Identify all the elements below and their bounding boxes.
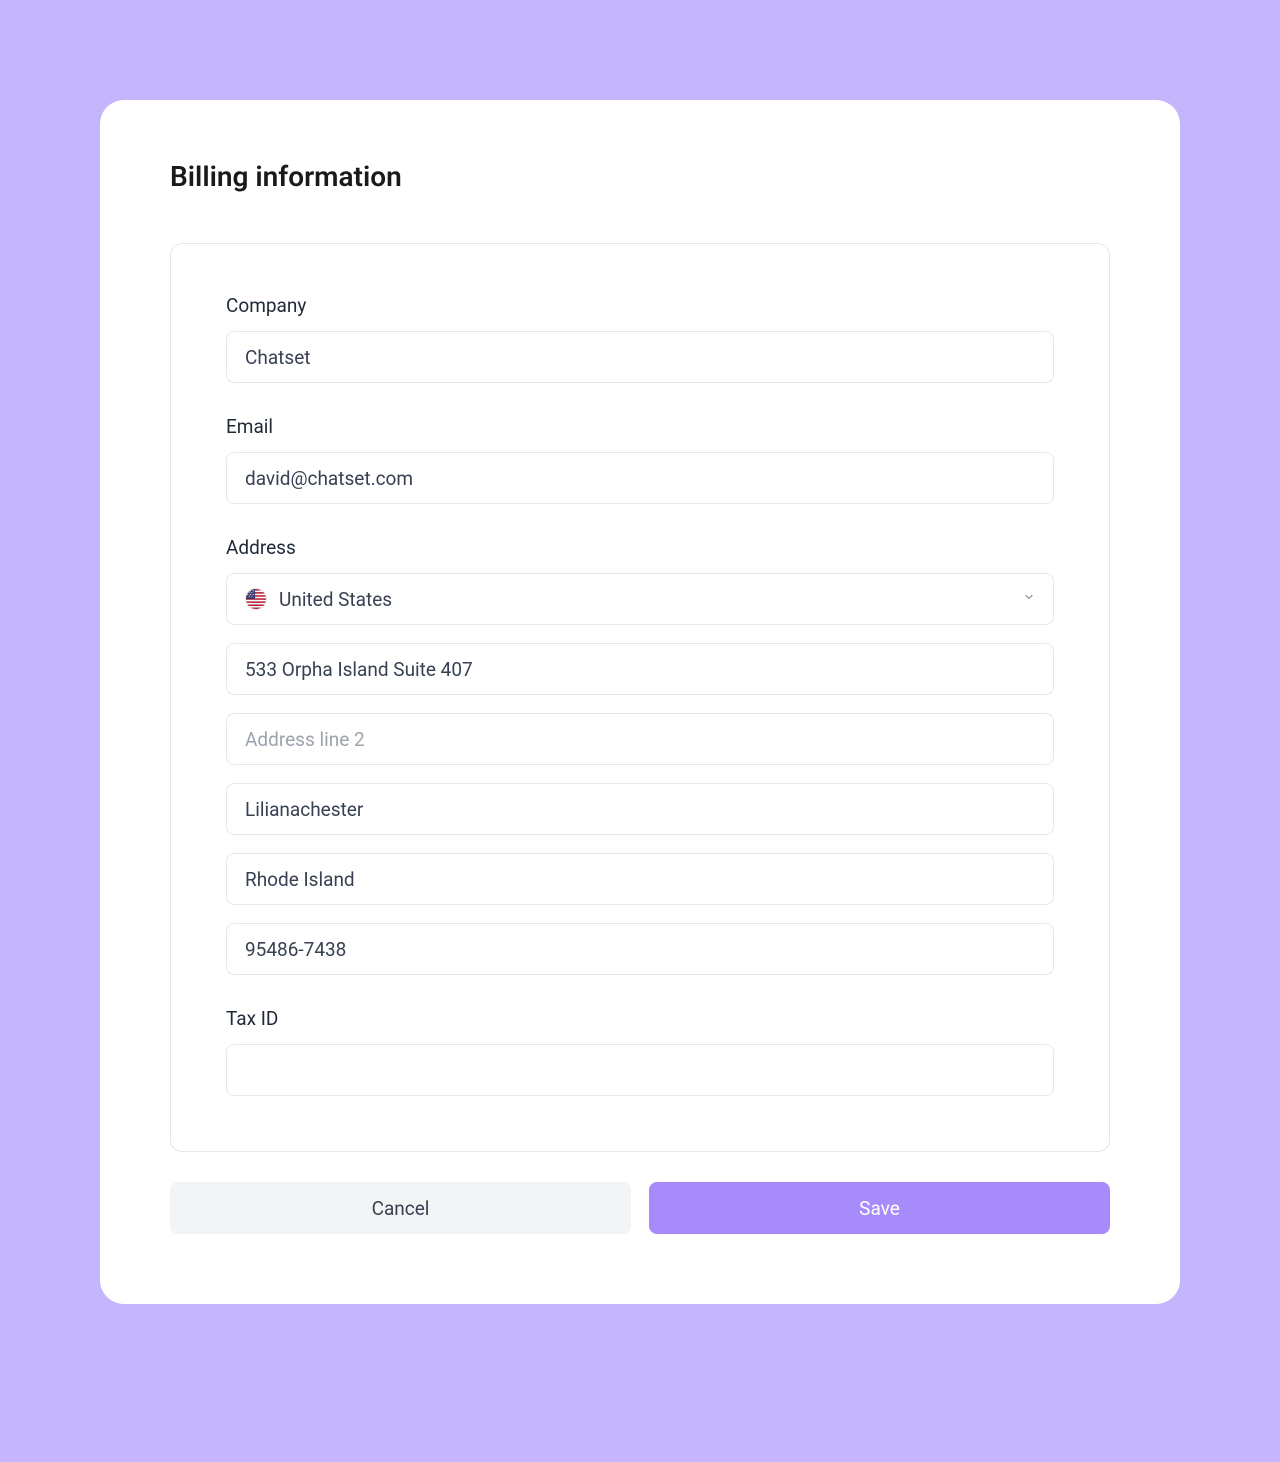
city-input[interactable] [226,783,1054,835]
state-input[interactable] [226,853,1054,905]
company-group: Company [226,294,1054,383]
chevron-down-icon [1023,591,1035,607]
email-input[interactable] [226,452,1054,504]
country-name: United States [279,588,1011,611]
address-group: Address [226,536,1054,975]
email-group: Email [226,415,1054,504]
address-line1-input[interactable] [226,643,1054,695]
us-flag-icon [245,588,267,610]
postal-input[interactable] [226,923,1054,975]
country-select[interactable]: United States [226,573,1054,625]
taxid-group: Tax ID [226,1007,1054,1096]
form-panel: Company Email Address [170,243,1110,1152]
page-title: Billing information [170,160,1110,193]
taxid-label: Tax ID [226,1007,1054,1030]
button-row: Cancel Save [170,1182,1110,1234]
email-label: Email [226,415,1054,438]
billing-card: Billing information Company Email Addres… [100,100,1180,1304]
address-label: Address [226,536,1054,559]
company-input[interactable] [226,331,1054,383]
cancel-button[interactable]: Cancel [170,1182,631,1234]
taxid-input[interactable] [226,1044,1054,1096]
company-label: Company [226,294,1054,317]
address-line2-input[interactable] [226,713,1054,765]
address-stack: United States [226,573,1054,975]
save-button[interactable]: Save [649,1182,1110,1234]
